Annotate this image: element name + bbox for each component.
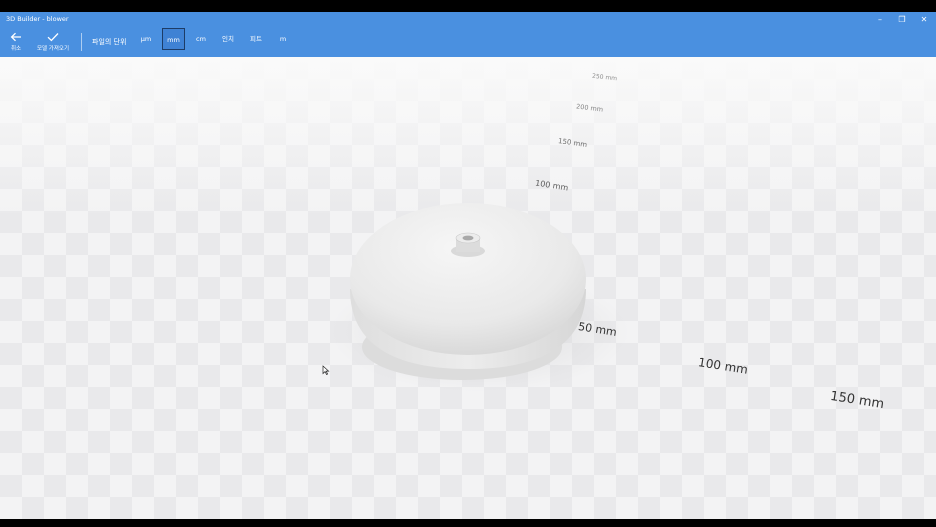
minimize-button[interactable]: – <box>870 12 890 27</box>
cancel-label: 취소 <box>10 46 22 52</box>
unit-millimeter[interactable]: mm <box>162 28 185 50</box>
import-model-button[interactable]: 모델 가져오기 <box>32 27 74 57</box>
import-model-label: 모델 가져오기 <box>36 46 70 52</box>
back-arrow-icon <box>4 31 28 45</box>
unit-meter[interactable]: m <box>274 28 292 50</box>
close-button[interactable]: ✕ <box>914 12 934 27</box>
mouse-cursor-icon <box>322 365 330 375</box>
checkmark-icon <box>32 31 74 45</box>
unit-feet[interactable]: 피트 <box>244 28 268 50</box>
unit-centimeter[interactable]: cm <box>191 28 211 50</box>
cancel-button[interactable]: 취소 <box>4 27 28 57</box>
title-bar: 3D Builder - blower – ❐ ✕ <box>0 12 936 27</box>
toolbar: 취소 모델 가져오기 파일의 단위 µm mm cm 인치 피트 m <box>0 27 936 57</box>
unit-micrometer[interactable]: µm <box>136 28 156 50</box>
unit-inch[interactable]: 인치 <box>216 28 240 50</box>
file-units-label: 파일의 단위 <box>92 38 127 46</box>
restore-button[interactable]: ❐ <box>892 12 912 27</box>
window-title: 3D Builder - blower <box>6 15 69 23</box>
blower-model[interactable] <box>0 57 936 519</box>
letterbox-bottom <box>0 519 936 527</box>
3d-viewport[interactable]: 250 mm 200 mm 150 mm 100 mm 50 mm 100 mm… <box>0 57 936 519</box>
hub-hole <box>462 235 474 241</box>
model-top-surface <box>350 203 586 355</box>
toolbar-separator <box>81 33 82 51</box>
letterbox-top <box>0 0 936 12</box>
